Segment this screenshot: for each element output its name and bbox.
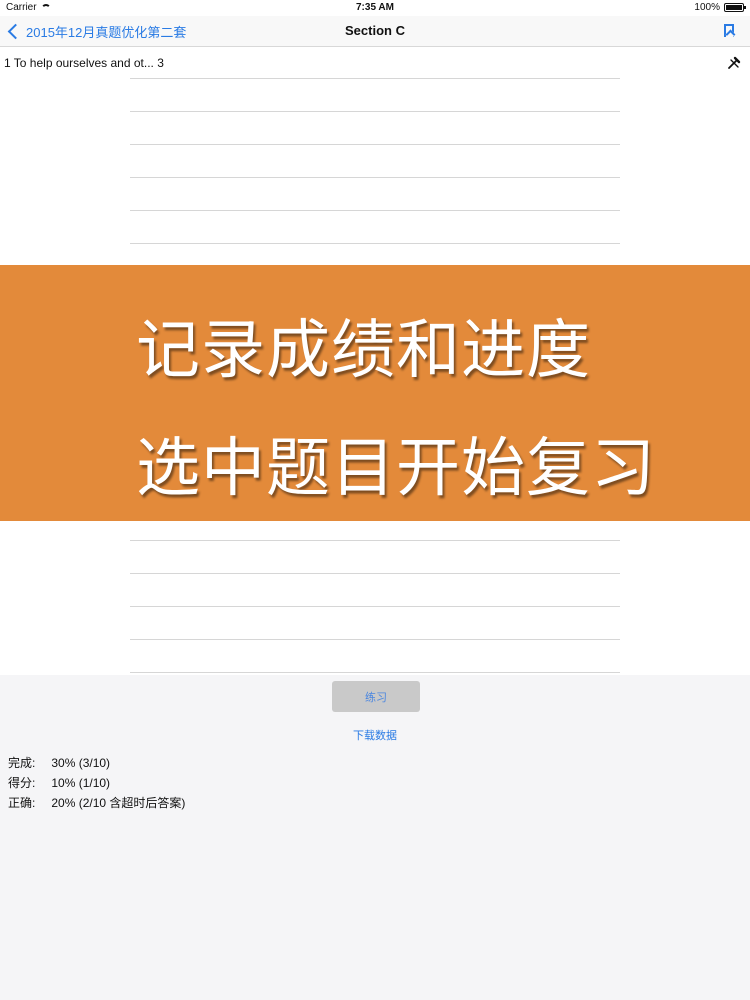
- stats-list: 完成: 30% (3/10) 得分: 10% (1/10) 正确: 20% (2…: [8, 753, 185, 813]
- answer-line: [130, 144, 620, 145]
- stat-value: 20% (2/10 含超时后答案): [51, 796, 186, 810]
- battery-percent: 100%: [694, 2, 720, 13]
- answer-line: [130, 573, 620, 574]
- answer-line: [130, 540, 620, 541]
- status-time: 7:35 AM: [356, 2, 394, 13]
- stat-label: 正确:: [8, 796, 36, 810]
- navigation-bar: 2015年12月真题优化第二套 Section C: [0, 16, 750, 47]
- stat-completion: 完成: 30% (3/10): [8, 753, 185, 773]
- tools-icon[interactable]: [726, 55, 742, 71]
- banner-line-2: 选中题目开始复习: [136, 432, 656, 506]
- download-data-link[interactable]: 下载数据: [0, 727, 750, 743]
- stat-correct: 正确: 20% (2/10 含超时后答案): [8, 793, 185, 813]
- status-right: 100%: [694, 2, 746, 13]
- status-bar: Carrier 7:35 AM 100%: [0, 0, 750, 16]
- question-text[interactable]: 1 To help ourselves and ot... 3: [4, 56, 164, 70]
- stat-score: 得分: 10% (1/10): [8, 773, 185, 793]
- stat-value: 30% (3/10): [51, 756, 111, 770]
- battery-icon: [724, 3, 746, 12]
- battery-fill: [726, 5, 742, 10]
- page-title: Section C: [345, 23, 405, 38]
- answer-line: [130, 210, 620, 211]
- promo-banner: 记录成绩和进度 选中题目开始复习: [0, 265, 750, 521]
- answer-line: [130, 111, 620, 112]
- answer-line: [130, 78, 620, 79]
- bookmark-icon[interactable]: [724, 24, 734, 37]
- stat-label: 完成:: [8, 756, 36, 770]
- stat-label: 得分:: [8, 776, 36, 790]
- banner-line-1: 记录成绩和进度: [136, 314, 591, 388]
- answer-line: [130, 672, 620, 673]
- answer-line: [130, 639, 620, 640]
- answer-line: [130, 177, 620, 178]
- practice-button[interactable]: 练习: [332, 681, 420, 712]
- bottom-panel: 练习 下载数据 完成: 30% (3/10) 得分: 10% (1/10) 正确…: [0, 675, 750, 1000]
- answer-line: [130, 243, 620, 244]
- stat-value: 10% (1/10): [51, 776, 111, 790]
- answer-line: [130, 606, 620, 607]
